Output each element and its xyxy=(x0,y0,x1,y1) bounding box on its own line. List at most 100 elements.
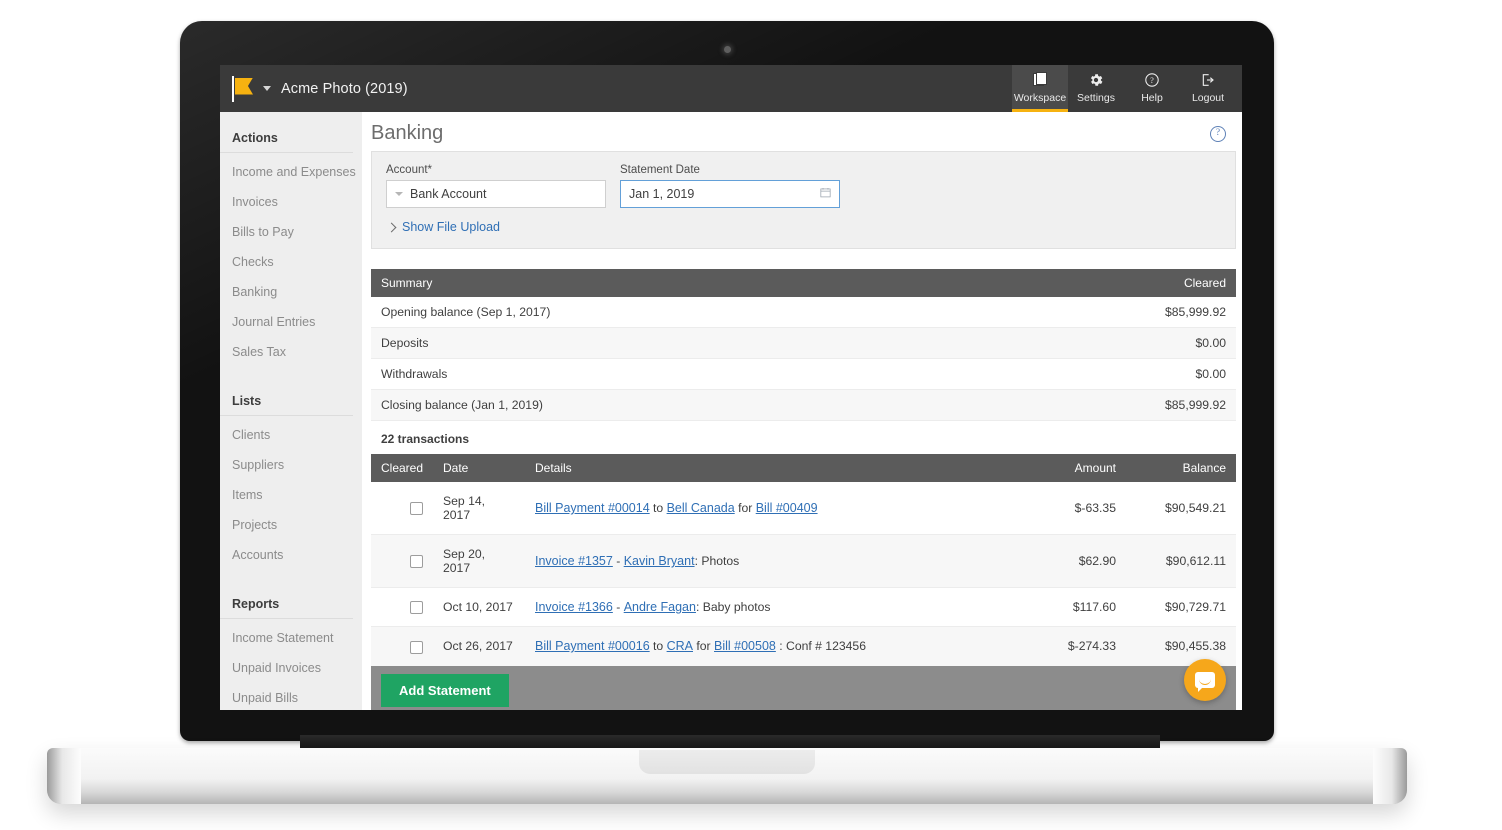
topnav-workspace[interactable]: Workspace xyxy=(1012,65,1068,112)
statement-date-value: Jan 1, 2019 xyxy=(629,187,695,201)
laptop-base xyxy=(47,748,1407,804)
sidebar-item-invoices[interactable]: Invoices xyxy=(220,187,362,217)
statement-date-input[interactable]: Jan 1, 2019 xyxy=(620,180,840,208)
show-file-upload-link[interactable]: Show File Upload xyxy=(402,220,500,234)
summary-value: $0.00 xyxy=(1066,327,1236,359)
main-content: Banking ? Account* Bank Account Statemen… xyxy=(362,112,1242,710)
details-cell: Invoice #1366 - Andre Fagan: Baby photos xyxy=(525,587,1016,628)
form-field-row: Account* Bank Account Statement Date Jan… xyxy=(386,164,1221,208)
table-row: Opening balance (Sep 1, 2017) $85,999.92 xyxy=(371,297,1236,328)
table-row: Sep 20, 2017 Invoice #1357 - Kavin Bryant… xyxy=(371,534,1236,588)
caret-down-icon[interactable] xyxy=(263,86,271,91)
sidebar-item-checks[interactable]: Checks xyxy=(220,247,362,277)
sidebar-item-items[interactable]: Items xyxy=(220,480,362,510)
details-link[interactable]: Bell Canada xyxy=(667,501,735,515)
laptop-lid: Acme Photo (2019) Workspace Settings ? H… xyxy=(180,21,1274,741)
base-right-cap xyxy=(1373,748,1407,804)
amount-cell: $62.90 xyxy=(1016,534,1126,588)
brand-area[interactable]: Acme Photo (2019) xyxy=(220,65,408,112)
summary-section: Summary Cleared Opening balance (Sep 1, … xyxy=(362,269,1242,710)
calendar-icon[interactable] xyxy=(820,187,831,201)
sidebar-item-suppliers[interactable]: Suppliers xyxy=(220,450,362,480)
details-cell: Bill Payment #00016 to CRA for Bill #005… xyxy=(525,626,1016,667)
sidebar-item-income-statement[interactable]: Income Statement xyxy=(220,623,362,653)
amount-cell: $-274.33 xyxy=(1016,626,1126,667)
cleared-checkbox[interactable] xyxy=(410,502,423,516)
col-date: Date xyxy=(433,454,525,482)
cleared-cell xyxy=(371,587,433,628)
sidebar-item-unpaid-invoices[interactable]: Unpaid Invoices xyxy=(220,653,362,683)
details-link[interactable]: Bill #00409 xyxy=(756,501,818,515)
sidebar-item-banking[interactable]: Banking xyxy=(220,277,362,307)
topnav-help[interactable]: ? Help xyxy=(1124,65,1180,112)
date-cell: Sep 20, 2017 xyxy=(433,534,525,588)
cleared-checkbox[interactable] xyxy=(410,601,423,615)
table-row: Oct 26, 2017 Bill Payment #00016 to CRA f… xyxy=(371,626,1236,667)
help-circle-icon[interactable]: ? xyxy=(1210,125,1226,142)
topnav-label: Settings xyxy=(1077,92,1115,104)
amount-cell: $-63.35 xyxy=(1016,482,1126,535)
top-nav: Workspace Settings ? Help Logout xyxy=(1012,65,1242,112)
cleared-checkbox[interactable] xyxy=(410,640,423,654)
topnav-settings[interactable]: Settings xyxy=(1068,65,1124,112)
details-text: to xyxy=(649,501,667,515)
sidebar-item-accounts[interactable]: Accounts xyxy=(220,540,362,570)
col-amount: Amount xyxy=(1016,454,1126,482)
workspace-pages-icon xyxy=(1032,70,1049,89)
balance-cell: $90,549.21 xyxy=(1126,482,1236,535)
topnav-logout[interactable]: Logout xyxy=(1180,65,1236,112)
page-title: Banking xyxy=(371,122,444,144)
balance-cell: $90,729.71 xyxy=(1126,587,1236,628)
cleared-checkbox[interactable] xyxy=(410,555,423,569)
details-cell: Bill Payment #00014 to Bell Canada for B… xyxy=(525,482,1016,535)
details-text: : Photos xyxy=(694,554,740,568)
sidebar-item-bills-to-pay[interactable]: Bills to Pay xyxy=(220,217,362,247)
sidebar-item-projects[interactable]: Projects xyxy=(220,510,362,540)
chat-bubble-icon[interactable] xyxy=(1184,659,1226,701)
details-text: for xyxy=(693,639,714,654)
details-link[interactable]: Andre Fagan xyxy=(624,600,696,614)
body-wrap: Actions Income and Expenses Invoices Bil… xyxy=(220,112,1242,710)
details-link[interactable]: Bill Payment #00014 xyxy=(535,501,650,515)
details-link[interactable]: Kavin Bryant xyxy=(624,554,695,568)
summary-table: Summary Cleared Opening balance (Sep 1, … xyxy=(371,269,1236,421)
col-cleared: Cleared xyxy=(371,454,433,482)
kashoo-app: Acme Photo (2019) Workspace Settings ? H… xyxy=(220,65,1242,710)
date-cell: Oct 26, 2017 xyxy=(433,626,525,667)
show-file-upload-row[interactable]: Show File Upload xyxy=(386,220,1221,234)
summary-value: $85,999.92 xyxy=(1066,297,1236,328)
details-link[interactable]: Invoice #1357 xyxy=(535,554,613,568)
table-row: Deposits $0.00 xyxy=(371,327,1236,359)
svg-text:?: ? xyxy=(1150,75,1154,84)
col-balance: Balance xyxy=(1126,454,1236,482)
add-statement-button[interactable]: Add Statement xyxy=(381,674,509,707)
summary-spacer xyxy=(362,249,1242,269)
sidebar-group-reports: Reports xyxy=(220,592,353,619)
sidebar-item-sales-tax[interactable]: Sales Tax xyxy=(220,337,362,367)
details-cell: Invoice #1357 - Kavin Bryant: Photos xyxy=(525,534,1016,588)
details-text: - xyxy=(612,554,624,568)
details-link[interactable]: Invoice #1366 xyxy=(535,600,613,614)
summary-header-left: Summary xyxy=(371,269,1066,297)
summary-label: Withdrawals xyxy=(371,358,1066,390)
table-row: Withdrawals $0.00 xyxy=(371,358,1236,390)
details-link[interactable]: Bill #00508 xyxy=(714,639,776,653)
col-details: Details xyxy=(525,454,1016,482)
summary-header-row: Summary Cleared xyxy=(371,269,1236,297)
sidebar-item-unpaid-bills[interactable]: Unpaid Bills xyxy=(220,683,362,710)
base-notch xyxy=(639,750,815,774)
details-link[interactable]: Bill Payment #00016 xyxy=(535,639,650,653)
account-select[interactable]: Bank Account xyxy=(386,180,606,208)
statement-date-label: Statement Date xyxy=(620,164,700,176)
statement-date-field: Statement Date Jan 1, 2019 xyxy=(620,164,840,208)
account-field: Account* Bank Account xyxy=(386,164,606,208)
summary-label: Deposits xyxy=(371,327,1066,359)
summary-label: Closing balance (Jan 1, 2019) xyxy=(371,389,1066,421)
sidebar-item-income-and-expenses[interactable]: Income and Expenses xyxy=(220,157,362,187)
company-name: Acme Photo (2019) xyxy=(281,80,408,97)
details-link[interactable]: CRA xyxy=(667,639,693,653)
sidebar-item-journal-entries[interactable]: Journal Entries xyxy=(220,307,362,337)
topnav-label: Logout xyxy=(1191,92,1225,104)
date-cell: Sep 14, 2017 xyxy=(433,482,525,535)
sidebar-item-clients[interactable]: Clients xyxy=(220,420,362,450)
